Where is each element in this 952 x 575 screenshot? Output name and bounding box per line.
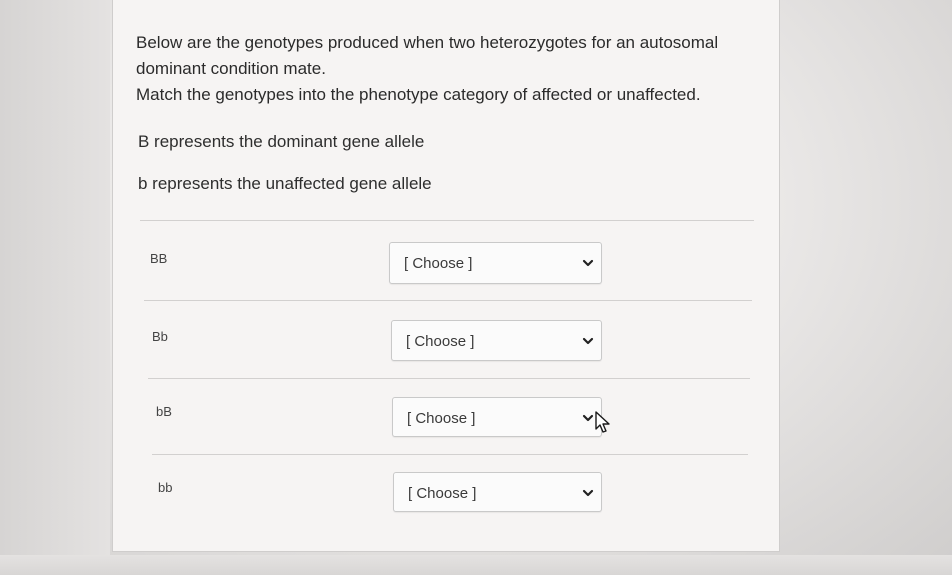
chevron-down-icon [582,259,594,267]
chevron-down-icon [582,414,594,422]
background-bottom [0,555,952,575]
select-value: [ Choose ] [404,255,473,272]
genotype-label: BB [150,251,168,266]
genotype-label: Bb [152,329,168,344]
genotype-label: bB [156,404,172,419]
phenotype-select[interactable]: [ Choose ] [389,242,602,284]
select-value: [ Choose ] [407,410,476,427]
select-value: [ Choose ] [406,333,475,350]
question-line-1: Below are the genotypes produced when tw… [136,33,719,52]
phenotype-select[interactable]: [ Choose ] [391,320,602,361]
divider [148,378,750,379]
divider [140,220,754,221]
divider [144,300,752,301]
question-line-2: dominant condition mate. [136,59,326,78]
divider [152,454,748,455]
chevron-down-icon [582,489,594,497]
select-value: [ Choose ] [408,485,477,502]
chevron-down-icon [582,337,594,345]
note-dominant-allele: B represents the dominant gene allele [138,132,425,151]
mouse-pointer-icon [595,411,610,433]
question-line-3: Match the genotypes into the phenotype c… [136,85,701,104]
note-unaffected-allele: b represents the unaffected gene allele [138,174,432,193]
question-text: Below are the genotypes produced when tw… [136,30,766,108]
phenotype-select[interactable]: [ Choose ] [392,397,602,437]
genotype-label: bb [158,480,173,495]
background-left [0,0,110,575]
phenotype-select[interactable]: [ Choose ] [393,472,602,512]
